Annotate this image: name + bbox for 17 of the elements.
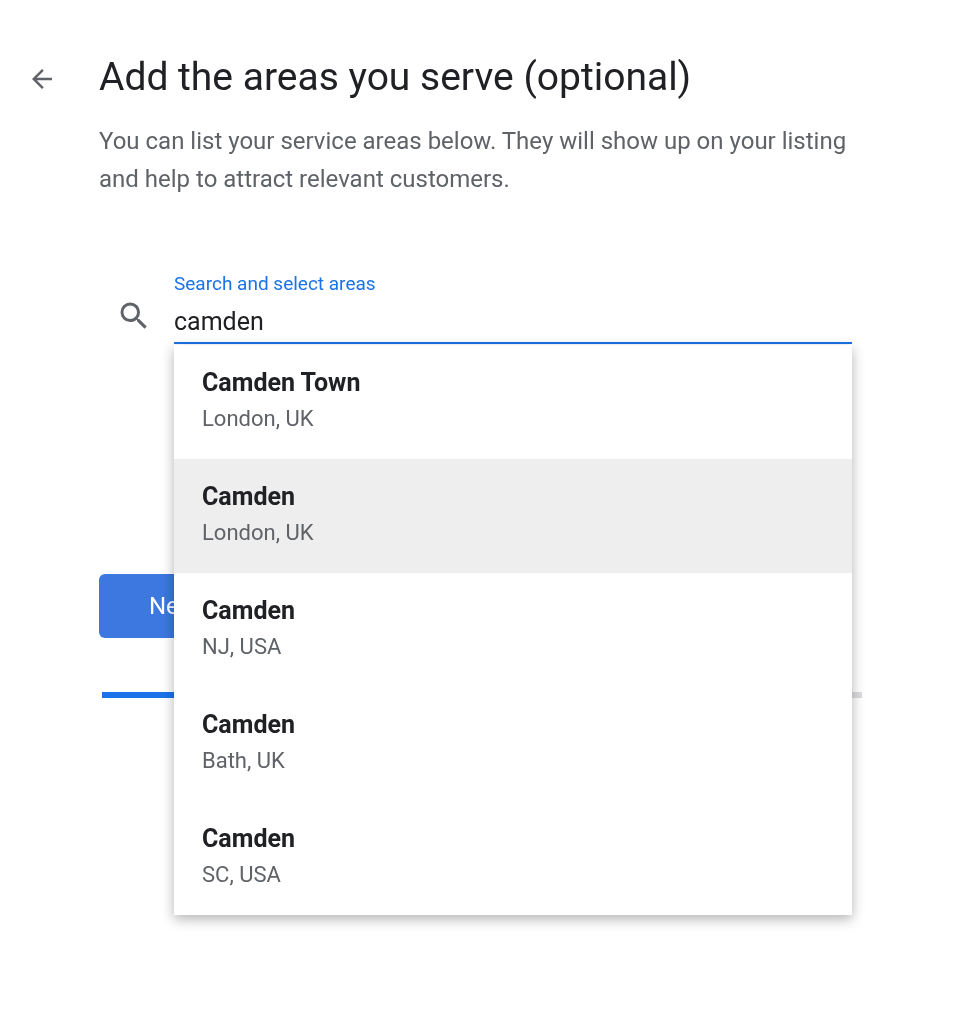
place-region: Bath, UK [202,747,285,775]
place-name: Camden [202,709,295,741]
suggestion-item[interactable]: Camden Bath, UK [174,687,852,801]
place-name: Camden Town [202,367,361,399]
place-name: Camden [202,481,295,513]
suggestion-item[interactable]: Camden London, UK [174,459,852,573]
page-title: Add the areas you serve (optional) [99,53,693,102]
suggestion-item[interactable]: Camden SC, USA [174,801,852,915]
place-region: London, UK [202,519,314,547]
suggestion-item[interactable]: Camden NJ, USA [174,573,852,687]
place-name: Camden [202,595,295,627]
description: You can list your service areas below. They will show up on your listing and help to attract relevant customers. [99,126,848,195]
place-region: SC, USA [202,861,281,889]
place-region: NJ, USA [202,633,282,661]
place-name: Camden [202,823,295,855]
suggestion-item[interactable]: Camden Town London, UK [174,345,852,459]
place-region: London, UK [202,405,314,433]
